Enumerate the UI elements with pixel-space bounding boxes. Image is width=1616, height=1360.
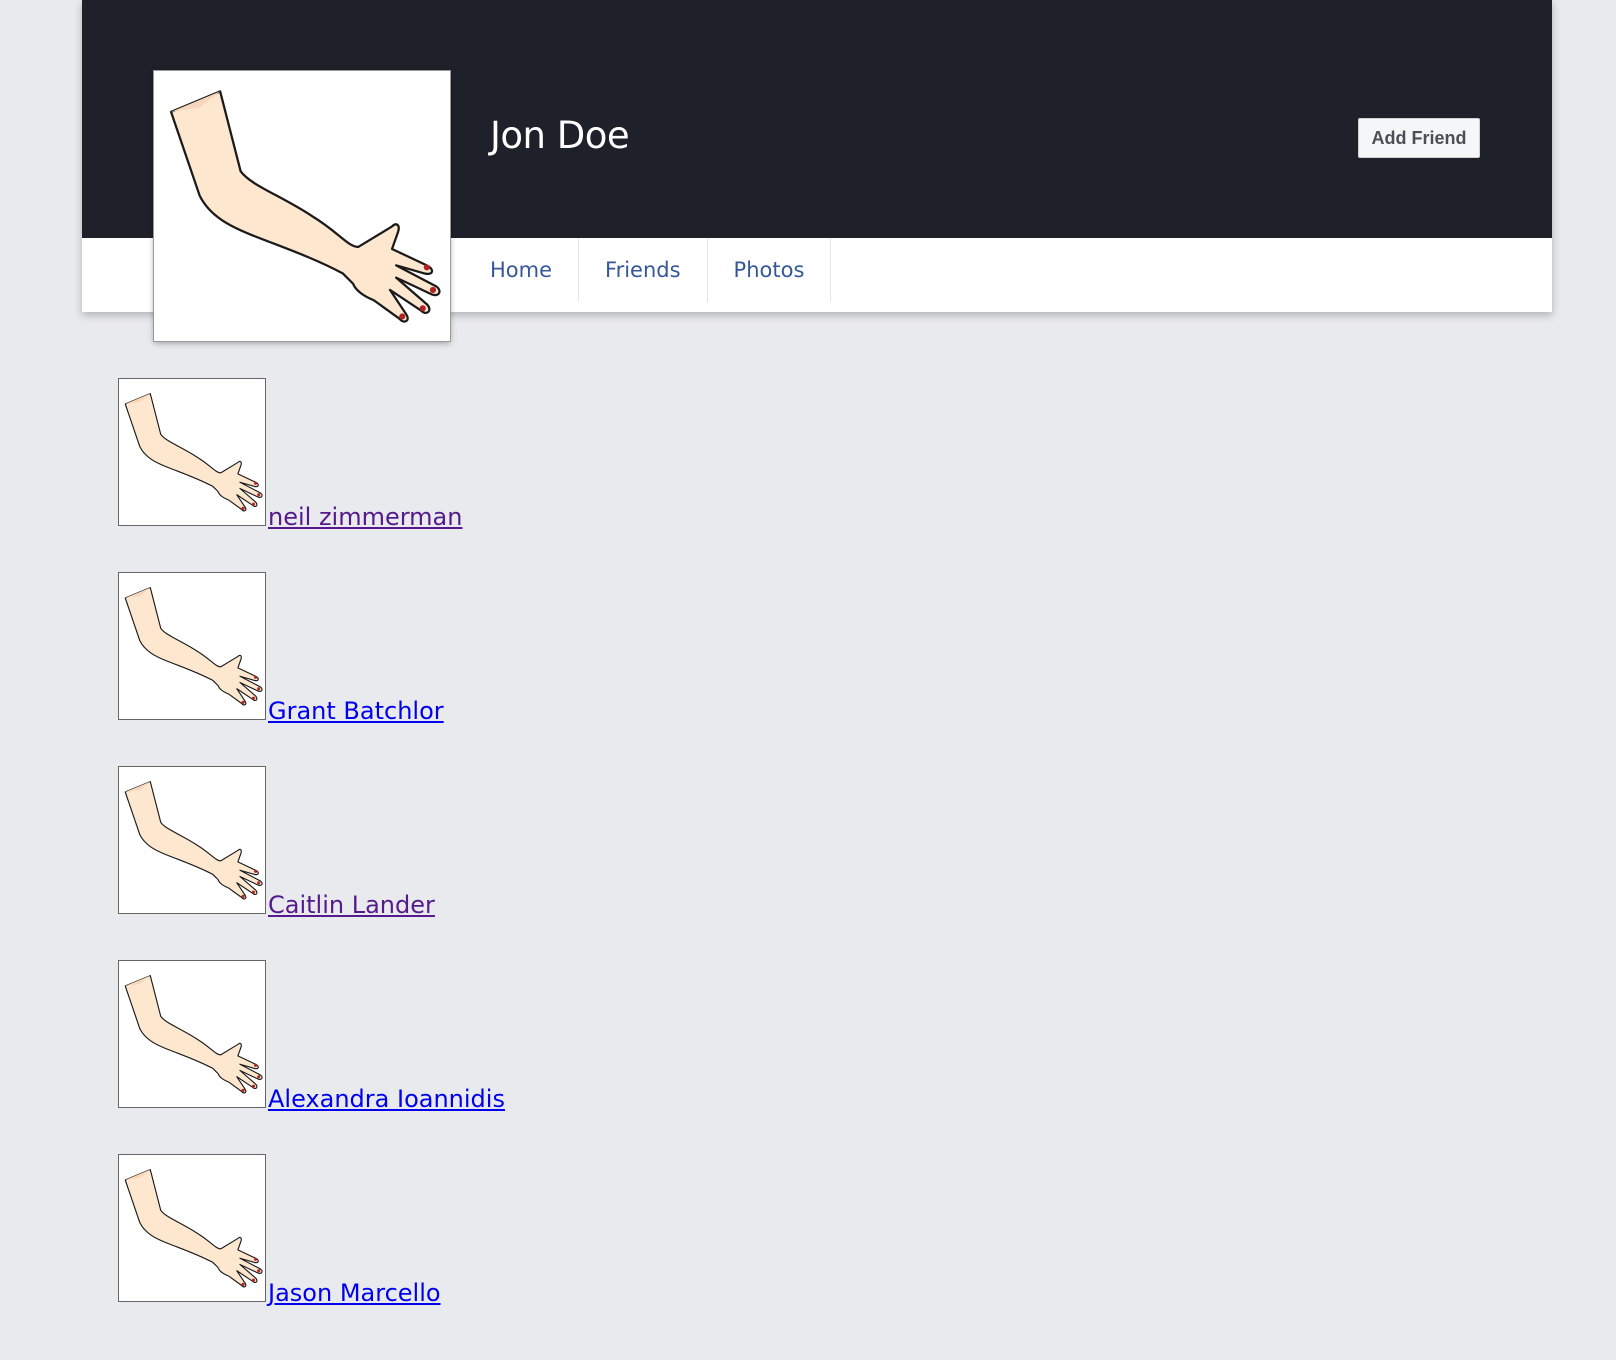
friend-link[interactable]: Jason Marcello — [268, 1279, 441, 1307]
arm-hand-icon — [119, 961, 265, 1107]
nav-item-friends[interactable]: Friends — [579, 238, 708, 302]
arm-hand-icon — [119, 379, 265, 525]
friend-avatar[interactable] — [118, 378, 266, 526]
friend-avatar[interactable] — [118, 960, 266, 1108]
list-item: Jason Marcello — [118, 1154, 718, 1307]
profile-nav: Home Friends Photos — [464, 238, 832, 302]
list-item: Alexandra Ioannidis — [118, 960, 718, 1113]
friend-avatar[interactable] — [118, 1154, 266, 1302]
arm-hand-icon — [119, 573, 265, 719]
friend-link[interactable]: Alexandra Ioannidis — [268, 1085, 505, 1113]
arm-hand-icon — [119, 767, 265, 913]
list-item: Caitlin Lander — [118, 766, 718, 919]
nav-item-photos[interactable]: Photos — [708, 238, 832, 302]
friend-avatar[interactable] — [118, 572, 266, 720]
friend-link[interactable]: Caitlin Lander — [268, 891, 435, 919]
nav-item-home[interactable]: Home — [464, 238, 580, 302]
profile-name: Jon Doe — [490, 114, 630, 157]
friend-link[interactable]: Grant Batchlor — [268, 697, 444, 725]
profile-avatar[interactable] — [153, 70, 451, 342]
list-item: neil zimmerman — [118, 378, 718, 531]
arm-hand-icon — [119, 1155, 265, 1301]
arm-hand-icon — [156, 73, 448, 339]
friend-avatar[interactable] — [118, 766, 266, 914]
add-friend-button[interactable]: Add Friend — [1358, 118, 1480, 158]
friend-link[interactable]: neil zimmerman — [268, 503, 462, 531]
list-item: Grant Batchlor — [118, 572, 718, 725]
